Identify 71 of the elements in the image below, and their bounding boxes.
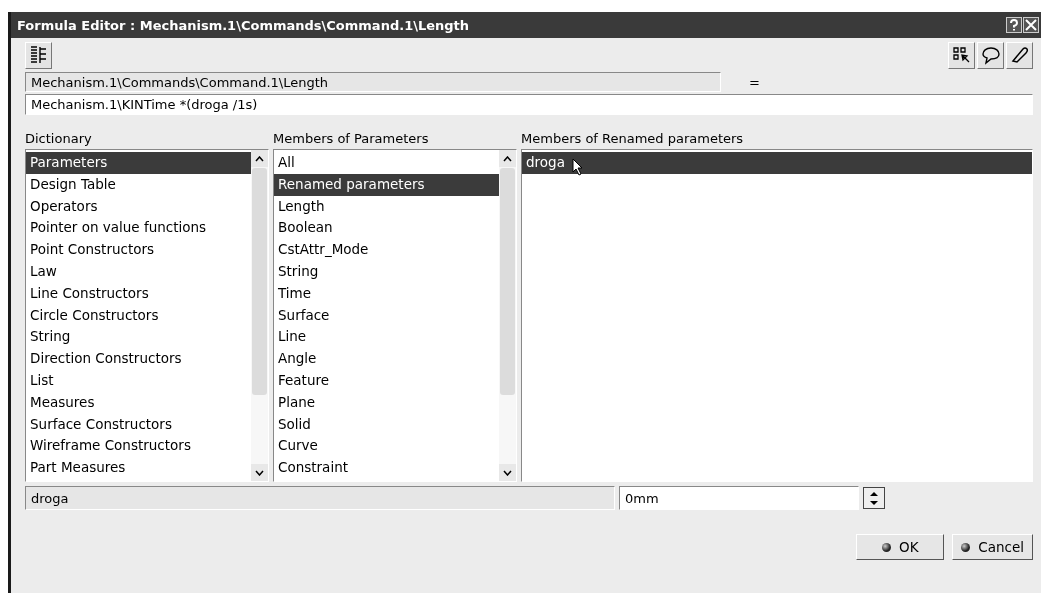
scroll-up-button[interactable] xyxy=(499,150,516,167)
caret-up-icon xyxy=(503,155,512,162)
question-mark-icon xyxy=(1008,19,1020,31)
list-item[interactable]: Direction Constructors xyxy=(26,348,251,370)
list-item[interactable]: Law xyxy=(26,261,251,283)
list-item[interactable]: All xyxy=(274,152,499,174)
renamed-members-list[interactable]: droga xyxy=(521,149,1033,482)
list-label: Members of Parameters xyxy=(273,131,430,148)
list-item[interactable]: Operators xyxy=(26,195,251,218)
eraser-icon xyxy=(1009,45,1030,65)
up-arrow-icon xyxy=(869,490,879,497)
spin-button[interactable] xyxy=(863,487,885,509)
list-label: Dictionary xyxy=(25,131,93,148)
dictionary-list[interactable] xyxy=(25,149,269,482)
caret-up-icon xyxy=(255,155,264,162)
list-item[interactable]: Circle Constructors xyxy=(26,304,251,327)
list-item[interactable]: Feature xyxy=(274,369,499,392)
name-field[interactable]: droga xyxy=(25,486,615,510)
value-field[interactable]: 0mm xyxy=(619,486,859,510)
speech-bubble-icon xyxy=(980,45,1001,65)
list-item[interactable]: Surface Constructors xyxy=(26,413,251,436)
list-item[interactable]: Part Measures xyxy=(26,457,251,479)
list-item[interactable]: Angle xyxy=(274,348,499,370)
list-item[interactable]: List xyxy=(26,369,251,392)
list-item[interactable]: Point Constructors xyxy=(26,239,251,261)
caret-down-icon xyxy=(503,469,512,476)
formula-field[interactable]: Mechanism.1\KINTime *(droga /1s) xyxy=(25,94,1033,115)
list-item[interactable]: Line Constructors xyxy=(26,282,251,305)
list-item[interactable]: CstAttr_Mode xyxy=(274,239,499,261)
parameter-list-button[interactable] xyxy=(25,41,52,69)
list-item[interactable]: Measures xyxy=(26,391,251,414)
caret-down-icon xyxy=(255,469,264,476)
down-arrow-icon xyxy=(869,499,879,506)
grid-cursor-icon xyxy=(951,45,972,65)
eraser-button[interactable] xyxy=(1006,41,1033,69)
dialog-button[interactable]: OK xyxy=(856,534,945,560)
list-item[interactable]: Time xyxy=(274,282,499,305)
scroll-up-button[interactable] xyxy=(251,150,268,167)
list-tree-icon xyxy=(28,44,49,66)
list-item[interactable]: String xyxy=(26,326,251,349)
list-item[interactable]: Constraint xyxy=(274,457,499,479)
list-item[interactable]: Surface xyxy=(274,304,499,327)
list-item[interactable]: Design Table xyxy=(26,173,251,196)
list-item[interactable]: Line xyxy=(274,326,499,349)
help-button[interactable] xyxy=(1006,17,1022,33)
scrollbar-thumb[interactable] xyxy=(500,168,515,396)
list-item[interactable]: droga xyxy=(522,152,1032,174)
parameter-path-field[interactable]: Mechanism.1\Commands\Command.1\Length xyxy=(25,72,721,92)
list-item[interactable]: Plane xyxy=(274,391,499,414)
scroll-down-button[interactable] xyxy=(251,464,268,481)
close-button[interactable] xyxy=(1023,17,1039,33)
mouse-pointer-icon xyxy=(572,158,584,176)
close-icon xyxy=(1025,19,1037,31)
list-item[interactable]: Parameters xyxy=(26,152,251,174)
list-item[interactable]: Boolean xyxy=(274,217,499,240)
dialog-button[interactable]: Cancel xyxy=(952,534,1033,560)
list-item[interactable]: String xyxy=(274,261,499,283)
list-item[interactable]: Wireframe Constructors xyxy=(26,435,251,458)
tool-button[interactable] xyxy=(977,41,1004,69)
list-item[interactable]: Curve xyxy=(274,435,499,458)
scroll-down-button[interactable] xyxy=(499,464,516,481)
members-list[interactable]: All Renamed parameters Length Boolean CstAttr_Mode String Time Surface Line Angle Feature Plane Solid Curve Constraint xyxy=(273,149,517,482)
window-title: Formula Editor : Mechanism.1\Commands\Command.1\Length xyxy=(17,17,471,33)
scrollbar-thumb[interactable] xyxy=(252,168,267,396)
list-item[interactable]: Length xyxy=(274,195,499,218)
tool-button[interactable] xyxy=(948,41,975,69)
list-item[interactable]: Renamed parameters xyxy=(274,173,499,196)
list-item[interactable]: Solid xyxy=(274,413,499,436)
list-item[interactable]: Pointer on value functions xyxy=(26,217,251,240)
equals-sign: = xyxy=(749,74,760,90)
list-label: Members of Renamed parameters xyxy=(521,131,745,148)
